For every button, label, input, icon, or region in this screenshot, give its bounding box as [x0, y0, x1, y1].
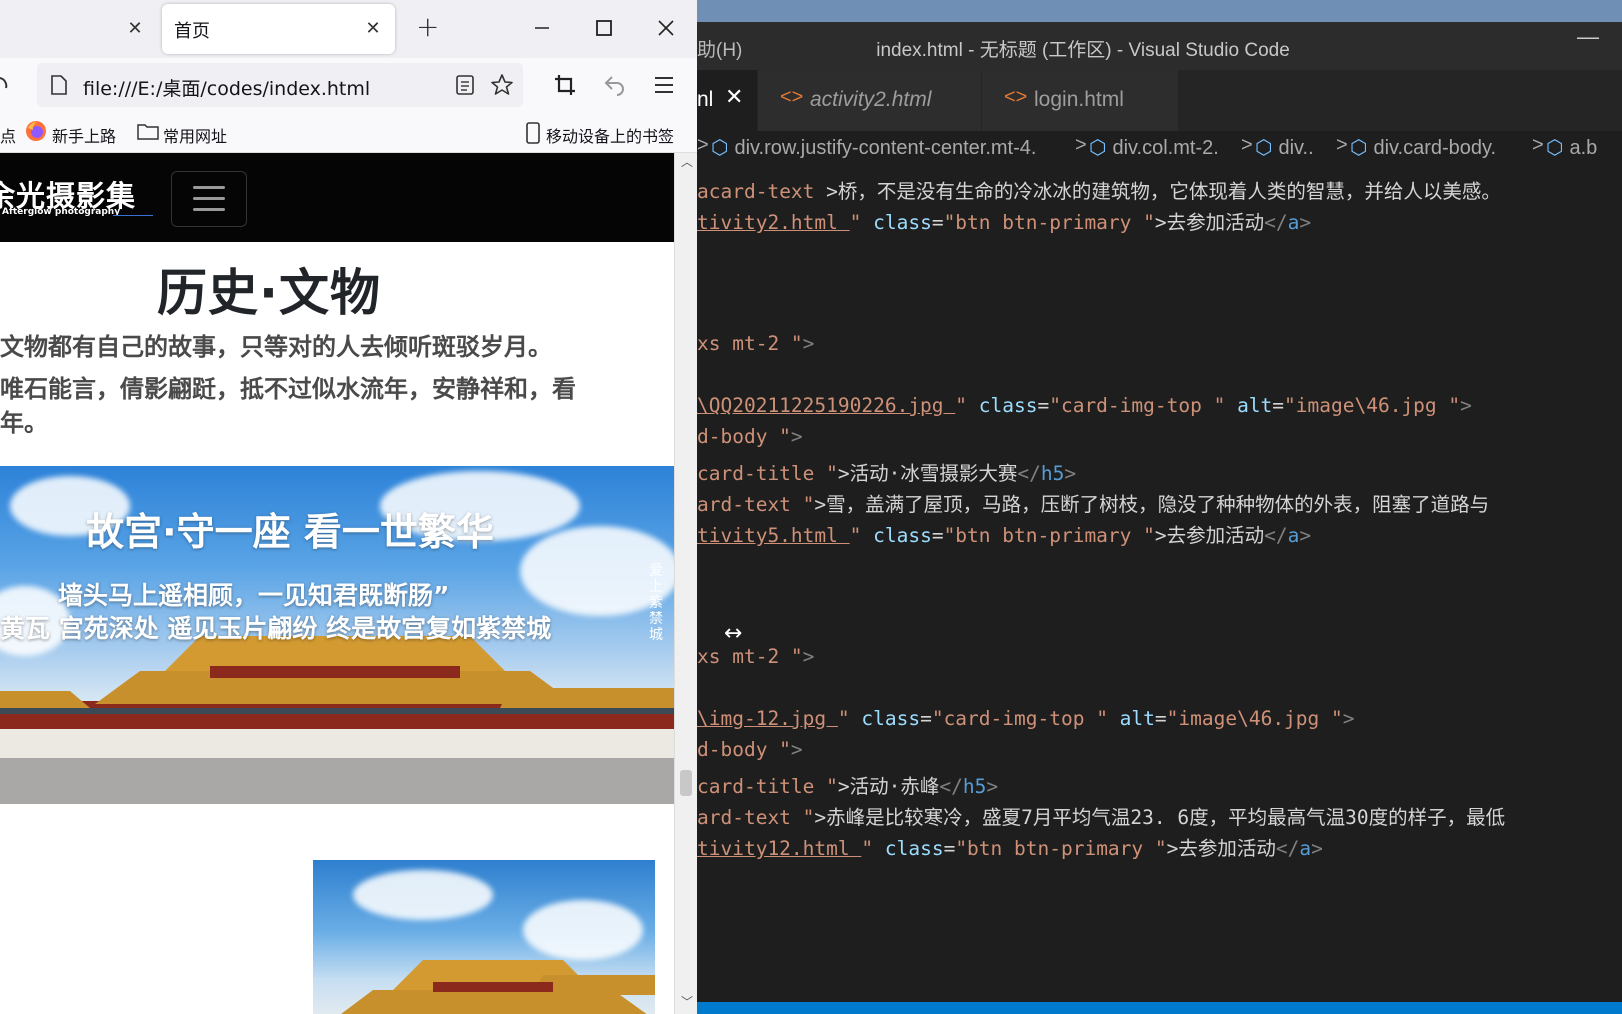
code-line[interactable]: tivity5.html " class="btn btn-primary ">… [697, 519, 1311, 548]
reload-icon[interactable] [0, 74, 10, 100]
tab-title: 首页 [174, 21, 210, 42]
close-tab-icon[interactable]: ✕ [362, 18, 384, 40]
forbidden-city-banner: 故宫·守一座 看一世繁华 墙头马上遥相顾，一见知君既断肠” 黄瓦 宫苑深处 遥见… [0, 466, 674, 804]
back-arrow-icon[interactable] [603, 74, 627, 100]
lead-text-1: 文物都有自己的故事，只等对的人去倾听斑驳岁月。 [0, 333, 552, 361]
status-bar [697, 1002, 1622, 1014]
vscode-window: 助(H) index.html - 无标题 (工作区) - Visual Stu… [697, 0, 1622, 1014]
reader-view-icon[interactable] [455, 75, 475, 99]
browser-tab-active[interactable]: 首页 ✕ [162, 4, 395, 54]
close-tab-icon[interactable]: ✕ [124, 18, 146, 40]
bookmark-item[interactable]: 点 [0, 123, 16, 147]
page-icon [51, 75, 67, 99]
site-navbar: 余光摄影集 Afterglow photography [0, 153, 674, 242]
nav-toolbar: file:///E:/桌面/codes/index.html [0, 58, 697, 114]
bookmark-item[interactable]: 新手上路 [52, 123, 116, 147]
bookmark-item[interactable]: 常用网址 [163, 123, 227, 147]
code-line[interactable]: xs mt-2 "> [697, 332, 814, 355]
lead-text-2: 唯石能言，倩影翩跹，抵不过似水流年，安静祥和，看 [0, 375, 576, 403]
banner-line-2: 黄瓦 宫苑深处 遥见玉片翩纷 终是故宫复如紫禁城 [0, 614, 552, 643]
new-tab-icon[interactable]: + [416, 12, 439, 42]
banner-vertical-text: 爱上紫禁城 [649, 563, 663, 643]
url-text[interactable]: file:///E:/桌面/codes/index.html [83, 74, 370, 101]
scroll-up-icon[interactable]: ︿ [681, 153, 693, 170]
navbar-toggler-button[interactable] [171, 171, 247, 227]
menu-icon[interactable] [653, 75, 675, 99]
code-line[interactable]: card-title ">活动·赤峰</h5> [697, 770, 998, 799]
lead-text-3: 年。 [0, 409, 48, 437]
firefox-window: ✕ 首页 ✕ + file:///E:/桌面/codes/index.html [0, 0, 697, 1014]
code-line[interactable]: acard-text >桥，不是没有生命的冷冰冰的建筑物，它体现着人类的智慧，并… [697, 175, 1501, 204]
code-line[interactable]: tivity12.html " class="btn btn-primary "… [697, 832, 1323, 861]
code-line[interactable]: \QQ20211225190226.jpg " class="card-img-… [697, 394, 1472, 417]
page-scrollbar[interactable]: ︿ ﹀ [674, 153, 697, 1014]
scroll-down-icon[interactable]: ﹀ [681, 993, 693, 1010]
maximize-icon[interactable] [586, 10, 622, 46]
code-editor[interactable]: acard-text >桥，不是没有生命的冷冰冰的建筑物，它体现着人类的智慧，并… [697, 0, 1622, 1014]
tab-strip: ✕ 首页 ✕ + [0, 0, 697, 58]
browser-tab-inactive[interactable]: ✕ [0, 0, 155, 58]
resize-cursor-icon: ↔ [724, 621, 743, 646]
address-bar[interactable]: file:///E:/桌面/codes/index.html [37, 63, 523, 107]
firefox-icon [25, 120, 47, 146]
site-logo-subtitle: Afterglow photography [2, 207, 121, 217]
code-line[interactable]: d-body "> [697, 738, 803, 761]
mobile-bookmarks-folder[interactable]: 移动设备上的书签 [546, 123, 674, 147]
banner-headline: 故宫·守一座 看一世繁华 [86, 510, 494, 554]
code-line[interactable]: \img-12.jpg " class="card-img-top " alt=… [697, 707, 1355, 730]
folder-icon [137, 122, 159, 144]
bookmarks-bar: 点 新手上路 常用网址 移动设备上的书签 [0, 114, 697, 153]
code-line[interactable]: ard-text ">赤峰是比较寒冷，盛夏7月平均气温23. 6度，平均最高气温… [697, 801, 1505, 830]
page-heading: 历史·文物 [157, 264, 381, 322]
minimize-icon[interactable] [524, 10, 560, 46]
web-page: 余光摄影集 Afterglow photography 历史·文物 文物都有自己… [0, 153, 674, 1014]
scrollbar-thumb[interactable] [680, 770, 692, 796]
code-line[interactable]: xs mt-2 "> [697, 645, 814, 668]
code-line[interactable]: tivity2.html " class="btn btn-primary ">… [697, 206, 1311, 235]
close-window-icon[interactable] [648, 10, 684, 46]
mobile-icon [526, 122, 540, 148]
banner-line-1: 墙头马上遥相顾，一见知君既断肠” [58, 581, 450, 610]
card-image [313, 860, 655, 1014]
logo-underline [113, 215, 153, 216]
code-line[interactable]: ard-text ">雪，盖满了屋顶，马路，压断了树枝，隐没了种种物体的外表，阻… [697, 488, 1489, 517]
bookmark-star-icon[interactable] [490, 73, 514, 101]
screenshot-icon[interactable] [553, 73, 577, 101]
code-line[interactable]: d-body "> [697, 425, 803, 448]
code-line[interactable]: card-title ">活动·冰雪摄影大赛</h5> [697, 457, 1076, 486]
